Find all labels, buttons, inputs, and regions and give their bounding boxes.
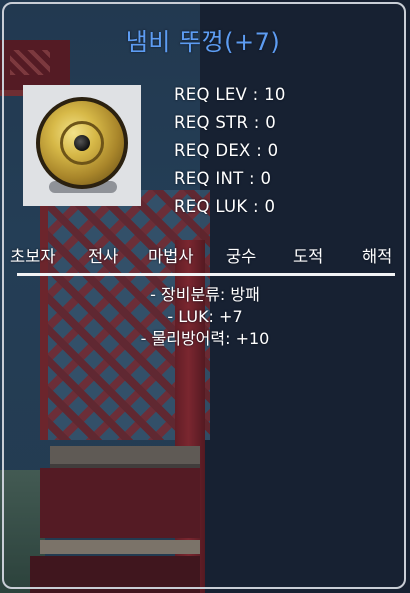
req-level: REQ LEV : 10 [174,85,286,104]
requirements-list: REQ LEV : 10 REQ STR : 0 REQ DEX : 0 REQ… [174,84,286,224]
item-stats: - 장비분류: 방패 - LUK: +7 - 물리방어력: +10 [0,284,410,350]
item-name: 냄비 뚜껑(+7) [125,28,281,56]
job-warrior: 전사 [88,247,119,266]
job-beginner: 초보자 [10,247,56,266]
req-str: REQ STR : 0 [174,113,276,132]
stat-luk: - LUK: +7 [167,307,243,326]
pot-lid-shield-icon [36,97,128,189]
item-icon-frame [23,85,141,206]
job-pirate: 해적 [362,247,393,266]
req-int: REQ INT : 0 [174,169,272,188]
stat-weapon-defense: - 물리방어력: +10 [140,329,270,348]
job-list: 초보자 전사 마법사 궁수 도적 해적 [0,243,406,267]
job-magician: 마법사 [148,247,194,266]
shield-boss [74,135,90,151]
job-bowman: 궁수 [226,247,257,266]
stat-category: - 장비분류: 방패 [150,285,260,304]
req-dex: REQ DEX : 0 [174,141,279,160]
req-luk: REQ LUK : 0 [174,197,276,216]
job-thief: 도적 [293,247,324,266]
divider [17,273,395,276]
